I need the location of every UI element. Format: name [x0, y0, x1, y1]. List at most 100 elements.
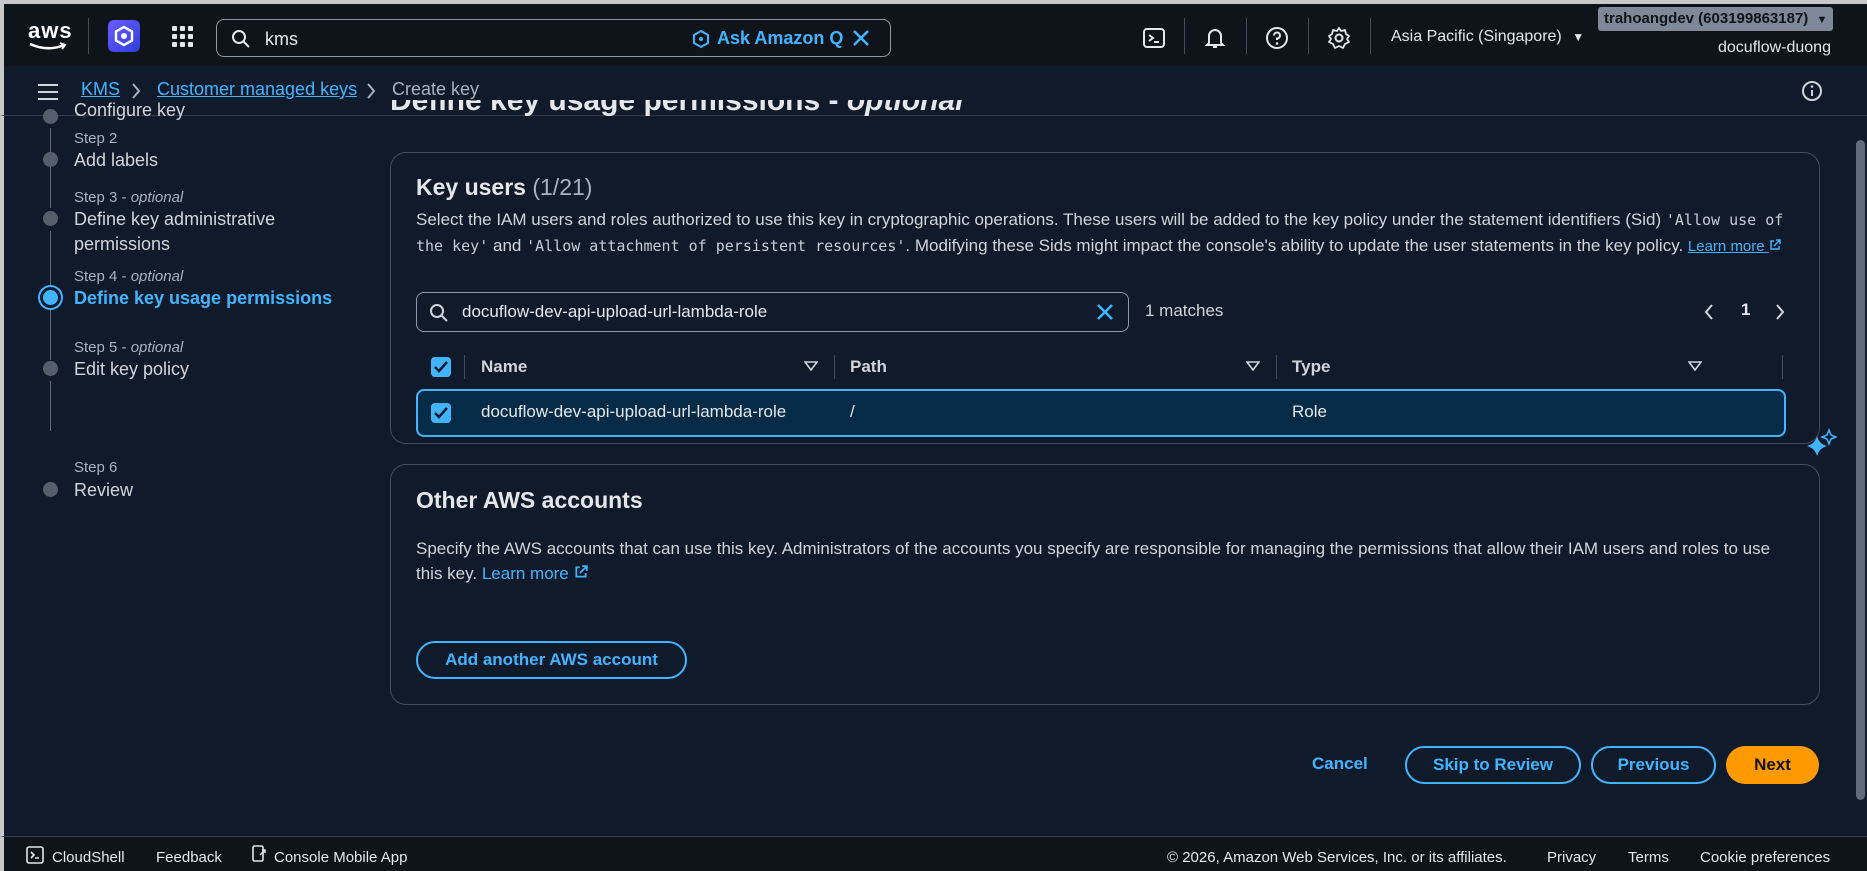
settings-gear-icon[interactable]	[1327, 26, 1351, 50]
search-icon	[430, 304, 448, 322]
top-navigation: aws Ask Amazon Q Asia Pacific (Singapore…	[0, 0, 1867, 66]
table-row[interactable]: docuflow-dev-api-upload-url-lambda-role …	[416, 389, 1786, 437]
account-label: trahoangdev (603199863187)	[1604, 10, 1809, 27]
sort-caret-icon[interactable]	[804, 361, 818, 371]
row-path: /	[850, 402, 855, 421]
notifications-bell-icon[interactable]	[1203, 26, 1227, 50]
step-2-dot	[43, 152, 58, 167]
clear-search-icon[interactable]	[851, 28, 871, 48]
column-divider	[1276, 355, 1277, 379]
sort-caret-icon[interactable]	[1688, 361, 1702, 371]
step-4-label: Step 4 - optional	[74, 268, 184, 285]
step-5-title[interactable]: Edit key policy	[74, 357, 334, 382]
step-1[interactable]: Configure key	[74, 100, 334, 124]
divider	[1370, 18, 1371, 54]
filter-input-value[interactable]: docuflow-dev-api-upload-url-lambda-role	[462, 302, 767, 322]
step-5-label: Step 5 - optional	[74, 339, 184, 356]
other-accounts-description: Specify the AWS accounts that can use th…	[416, 539, 1771, 583]
learn-more-link[interactable]: Learn more	[1688, 238, 1781, 255]
key-users-panel: Key users (1/21) Select the IAM users an…	[390, 152, 1820, 444]
external-link-icon	[1770, 239, 1781, 250]
other-accounts-title: Other AWS accounts	[416, 487, 643, 513]
ask-amazon-q-label: Ask Amazon Q	[717, 28, 844, 48]
column-header-path[interactable]: Path	[850, 357, 887, 377]
step-6-label: Step 6	[74, 459, 118, 476]
step-connector	[50, 172, 51, 208]
table-header: Name Path Type	[416, 345, 1786, 389]
help-icon[interactable]	[1265, 26, 1289, 50]
current-page-number[interactable]: 1	[1741, 300, 1750, 320]
wizard-steps: Configure key Step 2 Add labels Step 3 -…	[0, 100, 360, 836]
step-connector	[50, 310, 51, 360]
chevron-right-icon	[367, 83, 376, 99]
footer-console-mobile-app[interactable]: Console Mobile App	[274, 849, 407, 866]
search-icon	[232, 30, 250, 48]
step-connector	[50, 381, 51, 431]
cloudshell-icon	[26, 846, 44, 864]
checkmark-icon	[434, 361, 448, 373]
step-connector	[50, 231, 51, 288]
external-link-icon	[574, 565, 588, 578]
chevron-right-icon	[132, 83, 141, 99]
footer: CloudShell Feedback Console Mobile App ©…	[0, 836, 1867, 871]
skip-to-review-button[interactable]: Skip to Review	[1405, 746, 1581, 784]
divider	[1308, 18, 1309, 54]
select-all-checkbox[interactable]	[431, 357, 451, 377]
step-2-title[interactable]: Add labels	[74, 148, 334, 173]
region-label: Asia Pacific (Singapore)	[1391, 28, 1562, 45]
column-header-name[interactable]: Name	[481, 357, 527, 377]
key-users-title: Key users (1/21)	[416, 174, 593, 200]
step-4-dot-active	[43, 290, 58, 305]
learn-more-link[interactable]: Learn more	[482, 564, 588, 583]
footer-copyright: © 2026, Amazon Web Services, Inc. or its…	[1167, 849, 1507, 866]
divider	[1184, 18, 1185, 54]
info-icon[interactable]	[1801, 80, 1823, 102]
step-3-title[interactable]: Define key administrative permissions	[74, 207, 334, 257]
scrollbar-thumb[interactable]	[1856, 140, 1865, 800]
breadcrumb-customer-managed-keys[interactable]: Customer managed keys	[157, 79, 357, 100]
cloudshell-icon[interactable]	[1142, 26, 1166, 50]
clear-filter-icon[interactable]	[1095, 302, 1115, 322]
checkmark-icon	[434, 407, 448, 419]
previous-page-icon[interactable]	[1703, 303, 1715, 321]
aws-logo[interactable]: aws	[28, 20, 72, 54]
global-search[interactable]: Ask Amazon Q	[216, 19, 891, 57]
step-4-title[interactable]: Define key usage permissions	[74, 286, 334, 311]
key-users-filter[interactable]: docuflow-dev-api-upload-url-lambda-role	[416, 292, 1129, 332]
footer-privacy[interactable]: Privacy	[1547, 849, 1596, 866]
account-alias: docuflow-duong	[1718, 39, 1831, 56]
step-6-dot	[43, 482, 58, 497]
search-input[interactable]	[263, 26, 683, 52]
step-1-dot	[43, 109, 58, 124]
region-selector[interactable]: Asia Pacific (Singapore) ▼	[1391, 28, 1584, 46]
breadcrumb-kms[interactable]: KMS	[81, 79, 120, 100]
ai-sparkle-icon[interactable]	[1807, 428, 1837, 458]
menu-hamburger-icon[interactable]	[38, 84, 58, 100]
step-1-title: Configure key	[74, 100, 186, 120]
footer-cookie-preferences[interactable]: Cookie preferences	[1700, 849, 1830, 866]
next-page-icon[interactable]	[1774, 303, 1786, 321]
step-3-label: Step 3 - optional	[74, 189, 184, 206]
sort-caret-icon[interactable]	[1246, 361, 1260, 371]
column-divider	[1782, 355, 1783, 379]
step-2-label: Step 2	[74, 130, 118, 147]
add-another-aws-account-button[interactable]: Add another AWS account	[416, 641, 687, 679]
amazon-q-app-icon[interactable]	[108, 20, 140, 52]
footer-cloudshell[interactable]: CloudShell	[52, 849, 125, 866]
previous-button[interactable]: Previous	[1591, 746, 1716, 784]
column-divider	[834, 355, 835, 379]
cancel-button[interactable]: Cancel	[1312, 754, 1368, 774]
key-users-count: (1/21)	[532, 174, 593, 200]
ask-amazon-q-button[interactable]: Ask Amazon Q	[691, 28, 843, 49]
services-grid-icon[interactable]	[172, 26, 194, 48]
account-menu[interactable]: trahoangdev (603199863187) ▼	[1598, 7, 1834, 31]
column-header-type[interactable]: Type	[1292, 357, 1330, 377]
key-users-description: Select the IAM users and roles authorize…	[416, 210, 1784, 255]
next-button[interactable]: Next	[1726, 746, 1819, 784]
footer-feedback[interactable]: Feedback	[156, 849, 222, 866]
row-checkbox[interactable]	[431, 403, 451, 423]
footer-terms[interactable]: Terms	[1628, 849, 1669, 866]
column-divider	[464, 355, 465, 379]
step-6-title: Review	[74, 480, 134, 500]
caret-down-icon: ▼	[1816, 14, 1828, 26]
